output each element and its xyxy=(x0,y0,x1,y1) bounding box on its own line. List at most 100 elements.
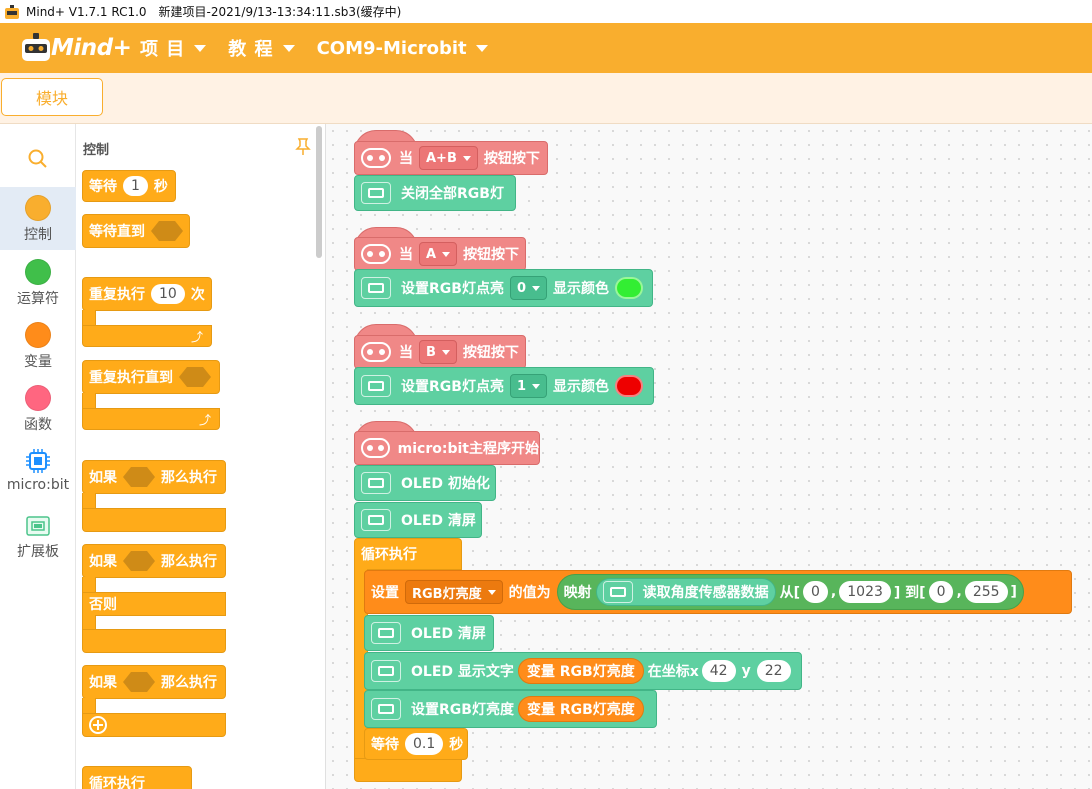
from-low-input[interactable]: 0 xyxy=(803,581,828,603)
caret-down-icon xyxy=(487,589,496,595)
palette-scrollbar[interactable] xyxy=(316,126,322,258)
then-label: 那么执行 xyxy=(161,675,217,691)
else-label: 否则 xyxy=(82,592,226,616)
button-dropdown-value: A xyxy=(426,246,437,262)
palette-if-block[interactable]: 如果 那么执行 xyxy=(82,460,226,494)
main-program-start-block[interactable]: micro:bit主程序开始 xyxy=(354,431,540,465)
from-high-input[interactable]: 1023 xyxy=(839,581,891,603)
palette-wait-until-block[interactable]: 等待直到 xyxy=(82,214,190,248)
boolean-slot xyxy=(179,367,211,387)
oled-init-block[interactable]: OLED 初始化 xyxy=(354,465,496,501)
pressed-label: 按钮按下 xyxy=(463,247,520,263)
oled-show-text-block[interactable]: OLED 显示文字 变量 RGB灯亮度 在坐标x 42 y 22 xyxy=(364,652,802,690)
y-input[interactable]: 22 xyxy=(756,660,791,682)
board-icon xyxy=(361,182,391,204)
button-dropdown[interactable]: A xyxy=(419,242,458,266)
board-icon xyxy=(371,622,401,644)
variable-dropdown-value: RGB灯亮度 xyxy=(412,586,482,602)
category-label: 运算符 xyxy=(17,291,59,307)
then-label: 那么执行 xyxy=(161,470,217,486)
menu-bar: Mind+ 项 目 教 程 COM9-Microbit xyxy=(0,23,1092,73)
menu-tutorial[interactable]: 教 程 xyxy=(228,35,295,61)
caret-down-icon xyxy=(462,155,471,161)
control-dot-icon xyxy=(25,195,51,221)
board-icon xyxy=(361,277,391,299)
set-rgb-brightness-block[interactable]: 设置RGB灯亮度 变量 RGB灯亮度 xyxy=(364,690,657,728)
palette-if-else-block[interactable]: 如果 那么执行 xyxy=(82,544,226,578)
y-label: y xyxy=(741,663,751,679)
rgb-index-dropdown[interactable]: 0 xyxy=(509,276,547,300)
to-low-input[interactable]: 0 xyxy=(928,581,954,603)
palette-repeat-block[interactable]: 重复执行 10 次 xyxy=(82,277,212,311)
map-reporter[interactable]: 映射 读取角度传感器数据 从[ 0 , 1023 ] 到[ 0 , 255 ] xyxy=(556,574,1024,610)
at-x-label: 在坐标x xyxy=(647,664,699,680)
oled-clear-block[interactable]: OLED 清屏 xyxy=(364,615,494,651)
forever-loop-block[interactable]: 循环执行 xyxy=(354,538,462,570)
menu-project[interactable]: 项 目 xyxy=(140,35,207,61)
repeat-arrow-icon: ⤴ xyxy=(198,413,211,427)
color-swatch[interactable] xyxy=(615,375,643,397)
palette-repeat-until-block[interactable]: 重复执行直到 xyxy=(82,360,220,394)
category-label: 函数 xyxy=(24,417,52,433)
oled-clear-label: OLED 清屏 xyxy=(411,626,486,642)
rgb-all-off-block[interactable]: 关闭全部RGB灯 xyxy=(354,175,516,211)
wait-seconds-input[interactable]: 0.1 xyxy=(405,733,444,755)
c-block-foot xyxy=(82,508,226,532)
pin-icon[interactable] xyxy=(295,138,311,156)
palette-wait-block[interactable]: 等待 1 秒 xyxy=(82,170,176,202)
set-rgb-color-block[interactable]: 设置RGB灯点亮 0 显示颜色 xyxy=(354,269,653,307)
show-color-label: 显示颜色 xyxy=(553,379,609,395)
palette-if-mutable-block[interactable]: 如果 那么执行 xyxy=(82,665,226,699)
wait-block[interactable]: 等待 0.1 秒 xyxy=(364,728,468,760)
palette-heading: 控制 xyxy=(83,143,110,158)
wait-unit-label: 秒 xyxy=(449,737,464,753)
menu-device[interactable]: COM9-Microbit xyxy=(317,38,488,59)
when-label: 当 xyxy=(399,247,413,263)
x-input[interactable]: 42 xyxy=(701,660,736,682)
title-bar: Mind+ V1.7.1 RC1.0 新建项目-2021/9/13-13:34:… xyxy=(0,0,1092,23)
oled-clear-block[interactable]: OLED 清屏 xyxy=(354,502,482,538)
when-button-pressed-block[interactable]: 当 A 按钮按下 xyxy=(354,237,526,271)
block-palette: 控制 等待 1 秒 等待直到 重复执行 10 次 ⤴ 重复执行直到 ⤴ 如果 那… xyxy=(77,124,326,789)
category-label: 扩展板 xyxy=(17,544,59,560)
when-button-pressed-block[interactable]: 当 B 按钮按下 xyxy=(354,335,526,369)
menu-device-label: COM9-Microbit xyxy=(316,37,467,59)
add-branch-icon[interactable] xyxy=(89,716,107,734)
category-control[interactable]: 控制 xyxy=(0,187,76,250)
variable-reporter[interactable]: 变量 RGB灯亮度 xyxy=(517,696,644,722)
comma-label: , xyxy=(830,584,837,600)
variable-dropdown[interactable]: RGB灯亮度 xyxy=(405,580,503,604)
category-extension-board[interactable]: 扩展板 xyxy=(0,508,76,571)
repeat-count-input[interactable]: 10 xyxy=(151,284,185,304)
category-operators[interactable]: 运算符 xyxy=(0,251,76,314)
palette-forever-block[interactable]: 循环执行 xyxy=(82,766,192,789)
rgb-index-dropdown[interactable]: 1 xyxy=(509,374,547,398)
wait-seconds-input[interactable]: 1 xyxy=(123,176,148,196)
when-button-pressed-block[interactable]: 当 A+B 按钮按下 xyxy=(354,141,548,175)
category-functions[interactable]: 函数 xyxy=(0,377,76,440)
set-rgb-color-block[interactable]: 设置RGB灯点亮 1 显示颜色 xyxy=(354,367,654,405)
to-high-input[interactable]: 255 xyxy=(964,581,1008,603)
search-button[interactable] xyxy=(0,132,76,188)
tab-modules[interactable]: 模块 xyxy=(1,78,103,116)
set-variable-block[interactable]: 设置 RGB灯亮度 的值为 映射 读取角度传感器数据 从[ 0 , 1023 ]… xyxy=(364,570,1072,614)
category-label: 控制 xyxy=(24,227,52,243)
category-microbit[interactable]: micro:bit xyxy=(0,442,76,505)
caret-down-icon xyxy=(442,251,451,257)
set-label: 设置 xyxy=(371,585,399,601)
read-angle-sensor-reporter[interactable]: 读取角度传感器数据 xyxy=(595,578,776,606)
value-is-label: 的值为 xyxy=(508,585,551,601)
then-label: 那么执行 xyxy=(161,554,217,570)
functions-dot-icon xyxy=(25,385,51,411)
button-dropdown[interactable]: B xyxy=(419,340,457,364)
read-angle-label: 读取角度传感器数据 xyxy=(642,585,769,601)
category-variables[interactable]: 变量 xyxy=(0,314,76,377)
map-close-label: ] xyxy=(1010,584,1017,600)
category-label: micro:bit xyxy=(6,477,70,493)
color-swatch[interactable] xyxy=(615,277,643,299)
variable-reporter[interactable]: 变量 RGB灯亮度 xyxy=(517,658,644,684)
button-dropdown[interactable]: A+B xyxy=(419,146,478,170)
script-canvas[interactable]: 当 A+B 按钮按下 关闭全部RGB灯 当 A 按钮按下 设置RGB灯点亮 0 … xyxy=(326,124,1092,789)
menu-project-label: 项 目 xyxy=(140,39,186,60)
when-label: 当 xyxy=(399,151,413,167)
